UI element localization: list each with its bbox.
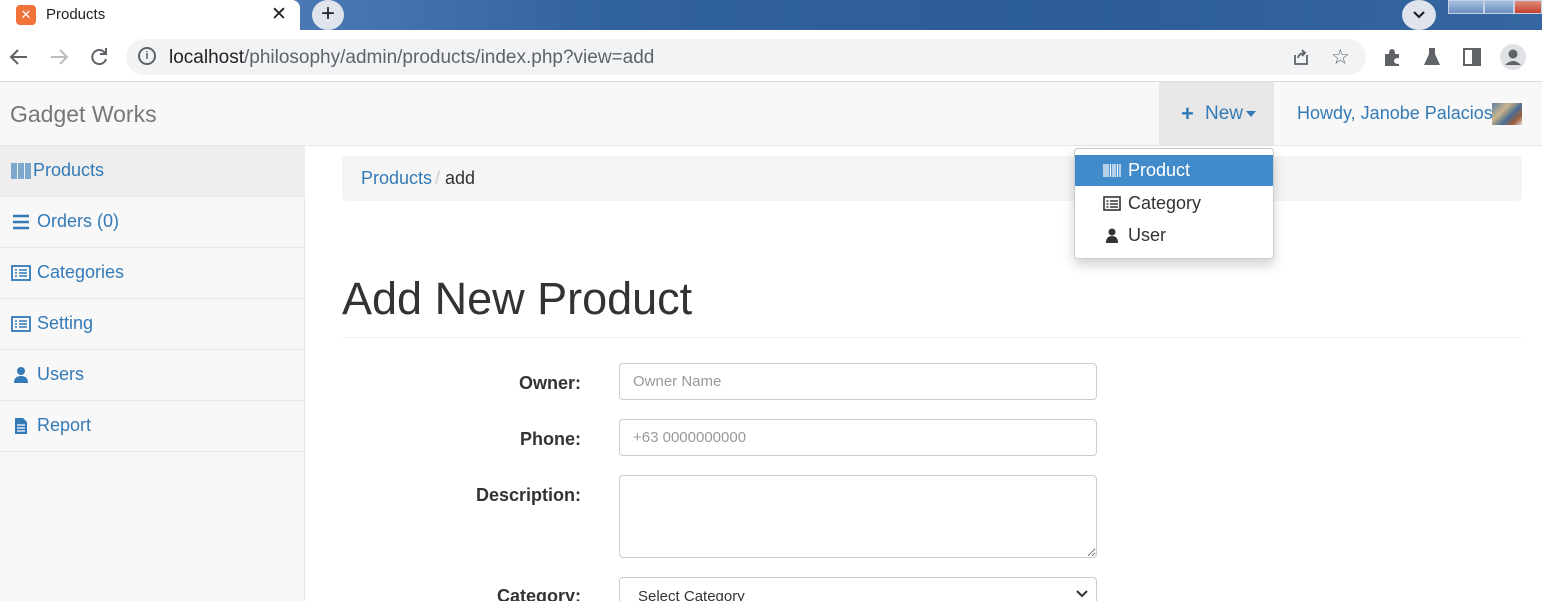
menu-item-label: Category [1128, 193, 1202, 213]
category-select[interactable]: Select Category [619, 577, 1097, 601]
bookmark-star-icon[interactable]: ☆ [1331, 45, 1350, 70]
sidebar-item-label: Categories [37, 262, 125, 282]
caret-down-icon [1246, 111, 1256, 117]
user-icon [14, 367, 28, 383]
new-dropdown-menu: Product Category User [1074, 148, 1274, 259]
tab-title: Products [46, 6, 106, 23]
chevron-down-icon [1076, 590, 1088, 598]
description-label: Description: [475, 485, 581, 505]
phone-label: Phone: [520, 429, 581, 449]
new-menu-toggle[interactable]: + New [1159, 82, 1274, 146]
sidebar-item-label: Report [37, 415, 92, 435]
sidebar-item-orders[interactable]: Orders (0) [0, 197, 305, 248]
window-maximize-button[interactable] [1484, 0, 1514, 14]
sidebar: Products Orders (0) Categories Setting U… [0, 146, 305, 601]
profile-avatar-button[interactable] [1500, 44, 1526, 70]
breadcrumb: Products / add [342, 156, 1522, 201]
user-greeting-link[interactable]: Howdy, Janobe Palacios [1297, 103, 1493, 124]
sidebar-item-label: Products [33, 160, 105, 180]
owner-label: Owner: [518, 373, 581, 393]
avatar[interactable] [1492, 103, 1522, 125]
user-icon [1106, 228, 1118, 243]
sidebar-item-label: Setting [37, 313, 94, 333]
sidebar-item-products[interactable]: Products [0, 146, 305, 197]
file-icon [15, 418, 27, 434]
category-select-value: Select Category [638, 588, 745, 601]
sidebar-item-label: Users [37, 364, 85, 384]
menu-item-label: User [1128, 225, 1167, 245]
browser-tab[interactable]: ✕ Products ✕ [0, 0, 300, 30]
person-icon [1505, 49, 1521, 65]
breadcrumb-separator: / [435, 168, 441, 188]
reload-icon[interactable] [88, 46, 110, 68]
new-tab-button[interactable]: + [312, 0, 344, 30]
side-panel-icon[interactable] [1461, 46, 1483, 68]
share-icon[interactable] [1292, 48, 1310, 66]
breadcrumb-products-link[interactable]: Products [361, 168, 432, 189]
phone-input[interactable] [619, 419, 1097, 456]
window-close-button[interactable] [1514, 0, 1542, 14]
extensions-puzzle-icon[interactable] [1381, 46, 1403, 68]
site-info-icon[interactable]: i [138, 47, 156, 65]
top-navbar: Gadget Works + New Howdy, Janobe Palacio… [0, 82, 1542, 146]
browser-tabstrip: ✕ Products ✕ + [0, 0, 1542, 30]
description-textarea[interactable] [619, 475, 1097, 558]
sidebar-item-categories[interactable]: Categories [0, 248, 305, 299]
menu-item-user[interactable]: User [1075, 220, 1273, 251]
window-minimize-button[interactable] [1448, 0, 1484, 14]
tab-close-icon[interactable]: ✕ [271, 3, 287, 26]
address-bar[interactable]: i localhost/philosophy/admin/products/in… [126, 39, 1366, 75]
list-alt-icon [11, 316, 31, 332]
list-alt-icon [1103, 196, 1121, 211]
menu-item-product[interactable]: Product [1075, 155, 1273, 186]
category-label: Category: [496, 586, 581, 601]
tab-search-button[interactable] [1402, 0, 1436, 30]
list-icon [13, 214, 29, 230]
page-title: Add New Product [342, 273, 693, 324]
sidebar-item-report[interactable]: Report [0, 401, 305, 452]
back-arrow-icon[interactable] [8, 46, 30, 68]
menu-item-label: Product [1128, 160, 1191, 180]
forward-arrow-icon[interactable] [48, 46, 70, 68]
brand-name[interactable]: Gadget Works [10, 101, 157, 128]
url-text: localhost/philosophy/admin/products/inde… [169, 47, 655, 68]
plus-icon: + [1181, 101, 1194, 126]
labs-flask-icon[interactable] [1421, 46, 1443, 68]
menu-item-category[interactable]: Category [1075, 188, 1273, 219]
barcode-icon [1103, 164, 1121, 177]
sidebar-item-label: Orders (0) [37, 211, 120, 231]
browser-toolbar: i localhost/philosophy/admin/products/in… [0, 30, 1542, 82]
owner-input[interactable] [619, 363, 1097, 400]
title-divider [342, 337, 1522, 338]
barcode-icon [11, 163, 31, 179]
list-alt-icon [11, 265, 31, 281]
breadcrumb-current: add [445, 168, 476, 188]
sidebar-item-setting[interactable]: Setting [0, 299, 305, 350]
xampp-icon: ✕ [16, 5, 36, 25]
chevron-down-icon [1413, 11, 1425, 19]
new-menu-label: New [1205, 103, 1244, 124]
sidebar-item-users[interactable]: Users [0, 350, 305, 401]
